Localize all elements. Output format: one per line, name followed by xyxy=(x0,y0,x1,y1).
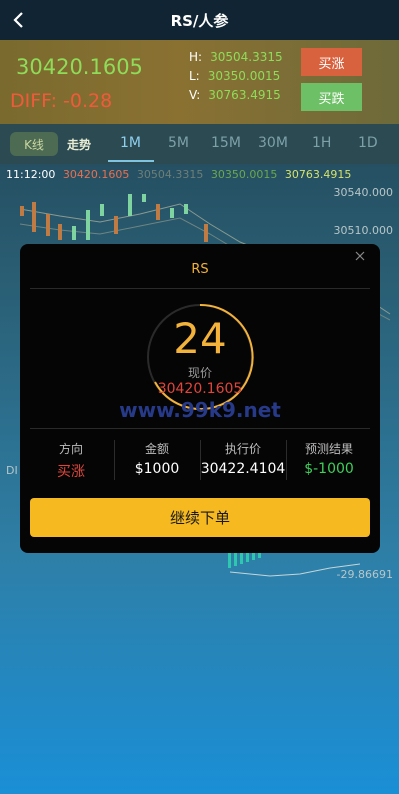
continue-order-button[interactable]: 继续下单 xyxy=(30,498,370,537)
tab-1h[interactable]: 1H xyxy=(312,135,331,151)
quote-panel: 30420.1605 DIFF: -0.28 H: 30504.3315 L: 30… xyxy=(0,40,399,124)
top-bar: RS/人参 xyxy=(0,0,399,40)
high-row: H: 30504.3315 xyxy=(189,50,283,64)
strike-value: 30422.4104 xyxy=(200,461,286,477)
tab-kline[interactable]: K线 xyxy=(10,132,58,156)
price-diff: DIFF: -0.28 xyxy=(10,90,113,112)
low-label: L: xyxy=(189,69,200,83)
active-tab-indicator xyxy=(108,160,154,162)
watermark-text: www.99k9.net xyxy=(119,398,281,422)
direction-value: 买涨 xyxy=(57,464,85,480)
buy-up-button[interactable]: 买涨 xyxy=(301,48,362,76)
chart-tabs: K线 走势 1M 5M 15M 30M 1H 1D xyxy=(0,124,399,164)
result-value: $-1000 xyxy=(304,461,354,477)
tab-30m[interactable]: 30M xyxy=(258,135,288,151)
strike-label: 执行价 xyxy=(224,442,261,456)
tab-15m[interactable]: 15M xyxy=(211,135,241,151)
volume-row: V: 30763.4915 xyxy=(189,88,281,102)
chevron-left-icon[interactable] xyxy=(10,8,30,32)
tab-1m[interactable]: 1M xyxy=(120,135,141,151)
dialog-title: RS xyxy=(191,262,209,277)
high-value: 30504.3315 xyxy=(210,50,283,64)
amount-label: 金额 xyxy=(144,442,169,456)
divider xyxy=(30,288,370,289)
low-row: L: 30350.0015 xyxy=(189,69,280,83)
buy-down-button[interactable]: 买跌 xyxy=(301,83,362,111)
result-label: 预测结果 xyxy=(304,442,353,456)
result-col: 预测结果 $-1000 xyxy=(286,440,372,477)
tab-trend[interactable]: 走势 xyxy=(67,136,91,153)
close-icon[interactable] xyxy=(354,250,366,262)
divider xyxy=(30,428,370,429)
volume-label: V: xyxy=(189,88,201,102)
strike-col: 执行价 30422.4104 xyxy=(200,440,286,477)
high-label: H: xyxy=(189,50,203,64)
current-price-value: 30420.1605 xyxy=(157,381,243,397)
page-title: RS/人参 xyxy=(170,11,229,30)
amount-value: $1000 xyxy=(134,461,180,477)
current-price-label: 现价 xyxy=(187,366,212,380)
tab-5m[interactable]: 5M xyxy=(168,135,189,151)
amount-col: 金额 $1000 xyxy=(114,440,200,477)
volume-bars xyxy=(228,552,261,568)
direction-col: 方向 买涨 xyxy=(28,440,114,481)
current-price: 30420.1605 xyxy=(16,55,143,79)
volume-value: 30763.4915 xyxy=(208,88,281,102)
low-value: 30350.0015 xyxy=(207,69,281,83)
direction-label: 方向 xyxy=(58,442,83,456)
tab-1d[interactable]: 1D xyxy=(358,135,378,151)
order-dialog: RS 24 现价 30420.1605 www.99k9.net 方向 买涨 金… xyxy=(20,244,380,553)
countdown-value: 24 xyxy=(173,314,227,363)
